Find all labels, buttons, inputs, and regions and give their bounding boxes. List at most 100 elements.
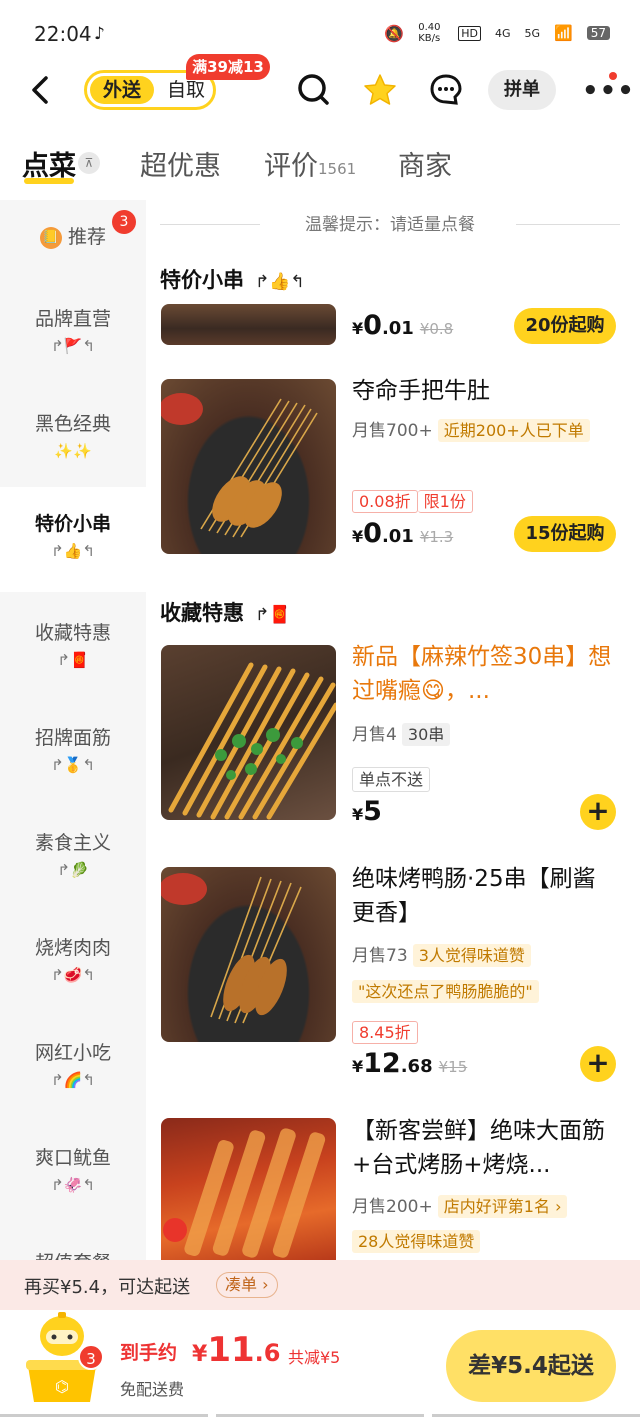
sidebar-item-snacks[interactable]: 网红小吃 ↱🌈↰ bbox=[0, 1016, 146, 1121]
min-order-button[interactable]: 20份起购 bbox=[514, 308, 616, 344]
sidebar-item-black-classic[interactable]: 黑色经典 ✨✨ bbox=[0, 387, 146, 492]
category-sidebar: 📒 推荐 品牌直营 ↱🚩↰ 黑色经典 ✨✨ 特价小串 ↱👍↰ 收藏特惠 ↱🧧 招… bbox=[0, 200, 146, 1260]
sidebar-item-brand[interactable]: 品牌直营 ↱🚩↰ bbox=[0, 282, 146, 387]
mute-icon: 🔕 bbox=[384, 23, 405, 43]
sidebar-item-label: 网红小吃 bbox=[34, 1042, 111, 1064]
sidebar-item-squid[interactable]: 爽口鱿鱼 ↱🦑↰ bbox=[0, 1121, 146, 1226]
add-to-cart-button[interactable]: + bbox=[580, 1046, 616, 1082]
limit-tag: 限1份 bbox=[417, 490, 473, 513]
monthly-sales: 月售4 bbox=[352, 725, 397, 745]
section-emoji: ↱👍↰ bbox=[255, 272, 305, 292]
promo-badge: 满39减13 bbox=[186, 54, 270, 80]
discount-tag: 0.08折 bbox=[352, 490, 418, 513]
status-time: 22:04 bbox=[34, 22, 92, 46]
add-to-cart-button[interactable]: + bbox=[580, 794, 616, 830]
spec-tag: 30串 bbox=[401, 723, 451, 746]
price-currency: ¥ bbox=[352, 319, 364, 338]
ranking-tag[interactable]: 店内好评第1名 › bbox=[437, 1195, 568, 1218]
book-icon: 📒 bbox=[39, 226, 62, 249]
nav-segment bbox=[216, 1414, 424, 1417]
recommend-count-badge: 3 bbox=[112, 210, 136, 234]
price-integer: 0 bbox=[363, 518, 382, 549]
tiktok-icon: ♪ bbox=[94, 24, 105, 44]
section-title: 特价小串 bbox=[160, 268, 244, 292]
sidebar-item-emoji: ↱🥇↰ bbox=[51, 756, 95, 774]
sidebar-item-label: 品牌直营 bbox=[34, 308, 111, 330]
price-decimal: .01 bbox=[381, 318, 414, 339]
sidebar-item-label: 黑色经典 bbox=[34, 413, 111, 435]
review-quote-wrap: "这次还点了鸭肠脆脆的" bbox=[352, 978, 539, 1003]
hd-icon: HD bbox=[458, 25, 481, 41]
price-integer: 5 bbox=[363, 796, 382, 827]
search-button[interactable] bbox=[296, 72, 332, 108]
signal-5g: 5G bbox=[524, 26, 541, 40]
sidebar-item-bbq-meat[interactable]: 烧烤肉肉 ↱🥩↰ bbox=[0, 911, 146, 1016]
status-bar: 22:04 ♪ 🔕 0.40 KB/s HD 4G 5G 📶 57 bbox=[0, 0, 640, 66]
delivery-option[interactable]: 外送 bbox=[90, 76, 154, 104]
skewer-image-art bbox=[161, 393, 318, 538]
nav-segment bbox=[432, 1414, 640, 1417]
monthly-sales: 月售700+ bbox=[352, 421, 433, 441]
min-order-text: 再买¥5.4，可达起送 bbox=[24, 1277, 191, 1298]
product-name[interactable]: 【新客尝鲜】绝味大面筋+台式烤肠+烤烧... bbox=[352, 1114, 618, 1182]
skewer-image-art bbox=[161, 873, 302, 1024]
product-meta: 月售4 30串 bbox=[352, 720, 451, 746]
sidebar-item-emoji: ↱👍↰ bbox=[51, 542, 95, 560]
product-image[interactable] bbox=[161, 645, 336, 820]
sidebar-item-special-skewers[interactable]: 特价小串 ↱👍↰ bbox=[0, 487, 146, 592]
gesture-bar bbox=[0, 1414, 640, 1418]
product-image[interactable] bbox=[161, 304, 336, 345]
product-image[interactable] bbox=[161, 379, 336, 554]
group-order-button[interactable]: 拼单 bbox=[488, 70, 556, 110]
cart-count-badge: 3 bbox=[78, 1344, 104, 1370]
collapse-icon[interactable]: ⊼ bbox=[78, 152, 100, 174]
tab-deals[interactable]: 超优惠 bbox=[140, 144, 221, 183]
price-currency: ¥ bbox=[352, 527, 364, 546]
total-savings: 共减¥5 bbox=[288, 1348, 341, 1367]
sidebar-item-vegetarian[interactable]: 素食主义 ↱🥬 bbox=[0, 806, 146, 911]
checkout-button[interactable]: 差¥5.4起送 bbox=[446, 1330, 616, 1402]
sidebar-item-collect-deals[interactable]: 收藏特惠 ↱🧧 bbox=[0, 596, 146, 701]
sidebar-item-emoji: ✨✨ bbox=[54, 442, 92, 460]
popularity-tag: 近期200+人已下单 bbox=[437, 419, 590, 442]
sidebar-item-label: 特价小串 bbox=[34, 513, 111, 535]
product-price: ¥12.68 ¥15 bbox=[352, 1048, 467, 1079]
discount-tag: 8.45折 bbox=[352, 1021, 418, 1044]
product-name[interactable]: 新品【麻辣竹签30串】想过嘴瘾😋，... bbox=[352, 640, 618, 708]
product-name[interactable]: 夺命手把牛肚 bbox=[352, 374, 618, 408]
tab-reviews[interactable]: 评价 bbox=[264, 144, 318, 183]
add-more-button[interactable]: 凑单 › bbox=[216, 1272, 278, 1298]
product-meta: 月售200+ 店内好评第1名 › bbox=[352, 1192, 568, 1218]
price-currency: ¥ bbox=[352, 1057, 364, 1076]
skewer-image-art bbox=[163, 1128, 326, 1258]
tab-merchant[interactable]: 商家 bbox=[398, 144, 452, 183]
pickup-option[interactable]: 自取 bbox=[161, 76, 211, 104]
more-options-button[interactable]: ••• bbox=[582, 76, 635, 106]
product-meta: 月售700+ 近期200+人已下单 bbox=[352, 416, 590, 442]
divider bbox=[516, 224, 620, 225]
product-image[interactable] bbox=[161, 1118, 336, 1260]
product-image[interactable] bbox=[161, 867, 336, 1042]
sidebar-item-emoji: ↱🌈↰ bbox=[51, 1071, 95, 1089]
net-speed: 0.40 KB/s bbox=[418, 22, 441, 44]
sidebar-item-label: 超值套餐 bbox=[0, 1248, 146, 1260]
sidebar-item-label: 烧烤肉肉 bbox=[34, 937, 111, 959]
message-button[interactable] bbox=[428, 72, 464, 108]
review-quote: "这次还点了鸭肠脆脆的" bbox=[352, 980, 539, 1003]
svg-text:⌬: ⌬ bbox=[55, 1377, 69, 1396]
back-button[interactable] bbox=[26, 74, 58, 106]
free-delivery-text: 免配送费 bbox=[120, 1380, 185, 1399]
original-price: ¥15 bbox=[438, 1058, 468, 1076]
section-title-special: 特价小串 ↱👍↰ bbox=[160, 264, 305, 294]
product-price: ¥0.01 ¥1.3 bbox=[352, 518, 453, 549]
sidebar-item-label: 爽口鱿鱼 bbox=[34, 1147, 111, 1169]
price-decimal: .68 bbox=[400, 1056, 433, 1077]
sidebar-item-value-set[interactable]: 超值套餐 bbox=[0, 1226, 146, 1260]
review-tag-wrap: 28人觉得味道赞 bbox=[352, 1228, 481, 1253]
favorite-button[interactable] bbox=[362, 72, 398, 108]
min-order-button[interactable]: 15份起购 bbox=[514, 516, 616, 552]
product-name[interactable]: 绝味烤鸭肠·25串【刷酱更香】 bbox=[352, 862, 618, 930]
tip-text: 温馨提示：请适量点餐 bbox=[305, 215, 475, 235]
skewer-image-art bbox=[168, 662, 336, 820]
sidebar-item-gluten[interactable]: 招牌面筋 ↱🥇↰ bbox=[0, 701, 146, 806]
